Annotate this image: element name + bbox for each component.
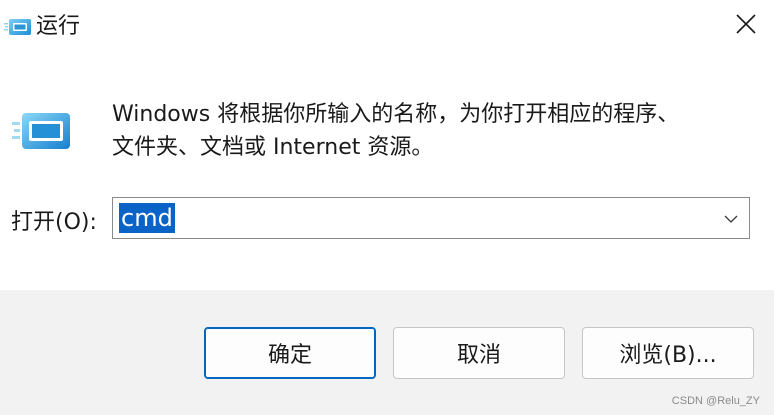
dialog-body: Windows 将根据你所输入的名称，为你打开相应的程序、 文件夹、文档或 In… <box>0 54 774 290</box>
close-icon <box>736 14 756 38</box>
run-icon <box>12 111 72 153</box>
ok-button[interactable]: 确定 <box>204 327 376 379</box>
run-icon <box>4 17 32 37</box>
open-input[interactable]: cmd <box>119 203 175 233</box>
chevron-down-icon[interactable] <box>719 207 743 231</box>
open-combobox[interactable]: cmd <box>112 197 750 239</box>
window-title: 运行 <box>36 14 81 39</box>
watermark: CSDN @Relu_ZY <box>671 395 760 407</box>
browse-button[interactable]: 浏览(B)... <box>582 327 754 379</box>
cancel-button[interactable]: 取消 <box>393 327 565 379</box>
description-text: Windows 将根据你所输入的名称，为你打开相应的程序、 文件夹、文档或 In… <box>112 102 680 160</box>
title-bar: 运行 <box>0 0 774 54</box>
open-label: 打开(O): <box>11 210 97 235</box>
close-button[interactable] <box>718 0 774 52</box>
button-bar: 确定 取消 浏览(B)... CSDN @Relu_ZY <box>0 290 774 415</box>
